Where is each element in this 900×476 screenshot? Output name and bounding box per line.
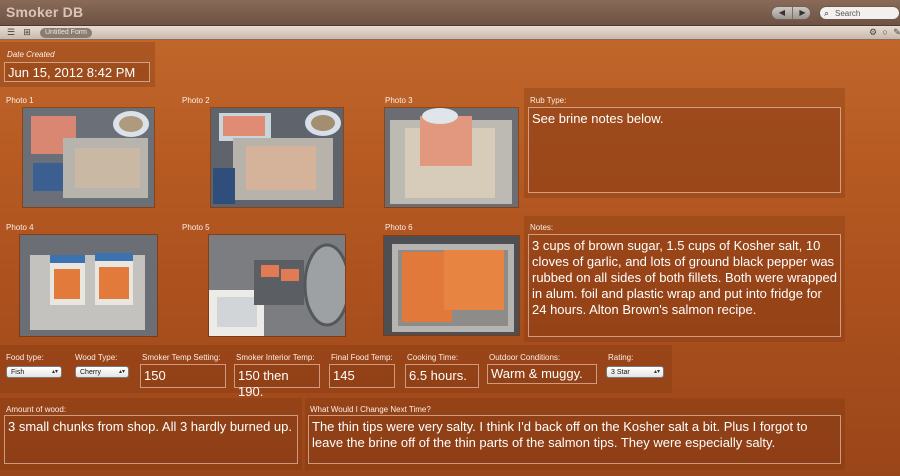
rub-type-panel: Rub Type: See brine notes below. (524, 88, 845, 198)
form-tab[interactable]: Untitled Form (40, 28, 93, 38)
photo-2-label: Photo 2 (182, 96, 210, 105)
photo-1[interactable] (22, 107, 155, 208)
wood-type-label: Wood Type: (75, 353, 118, 362)
photo-4-image (20, 235, 157, 336)
title-bar: Smoker DB ◀ ▶ ⌕ Search (0, 0, 900, 26)
photo-5-label: Photo 5 (182, 223, 210, 232)
search-input[interactable]: ⌕ Search (819, 6, 900, 20)
photo-1-image (23, 108, 154, 207)
photo-4-label: Photo 4 (6, 223, 34, 232)
photo-6[interactable] (383, 235, 520, 336)
dropdown-arrow-icon: ▴▾ (51, 369, 58, 375)
photo-2-image (211, 108, 343, 207)
food-type-label: Food type: (6, 353, 44, 362)
change-next-time-field[interactable]: The thin tips were very salty. I think I… (308, 415, 841, 464)
date-created-label: Date Created (7, 50, 55, 59)
final-food-temp-field[interactable]: 145 (329, 364, 395, 388)
outdoor-conditions-field[interactable]: Warm & muggy. (487, 364, 597, 384)
date-created-panel: Date Created Jun 15, 2012 8:42 PM (0, 42, 155, 87)
smoker-interior-temp-label: Smoker Interior Temp: (236, 353, 315, 362)
nav-buttons: ◀ ▶ (771, 6, 811, 20)
record-icon[interactable]: ○ (879, 27, 891, 38)
smoker-temp-setting-field[interactable]: 150 (140, 364, 226, 388)
toolbar: ☰ ⊞ Untitled Form ⚙ ○ ✎ (0, 26, 900, 40)
smoker-interior-temp-field[interactable]: 150 then 190. (234, 364, 320, 399)
wood-type-value: Cherry (80, 369, 102, 376)
rating-value: 3 Star (611, 369, 630, 376)
food-type-select[interactable]: Fish ▴▾ (6, 366, 62, 378)
photo-3-label: Photo 3 (385, 96, 413, 105)
settings-icon[interactable]: ⚙ (867, 27, 879, 38)
photo-2[interactable] (210, 107, 344, 208)
window-title: Smoker DB (6, 4, 84, 20)
rating-select[interactable]: 3 Star ▴▾ (606, 366, 664, 378)
food-type-value: Fish (11, 369, 25, 376)
back-arrow-icon[interactable]: ◀ (772, 7, 792, 19)
rub-type-label: Rub Type: (530, 96, 567, 105)
smoker-temp-setting-label: Smoker Temp Setting: (142, 353, 221, 362)
amount-of-wood-label: Amount of wood: (6, 405, 67, 414)
photo-3-image (385, 108, 518, 207)
change-next-time-panel: What Would I Change Next Time? The thin … (305, 398, 845, 470)
wood-type-select[interactable]: Cherry ▴▾ (75, 366, 129, 378)
notes-label: Notes: (530, 223, 554, 232)
amount-of-wood-field[interactable]: 3 small chunks from shop. All 3 hardly b… (4, 415, 298, 464)
dropdown-arrow-icon: ▴▾ (653, 369, 660, 375)
cooking-time-label: Cooking Time: (407, 353, 459, 362)
photo-6-image (384, 236, 519, 335)
list-view-icon[interactable]: ☰ (5, 27, 17, 38)
date-created-field[interactable]: Jun 15, 2012 8:42 PM (4, 62, 150, 82)
rub-type-field[interactable]: See brine notes below. (528, 107, 841, 193)
final-food-temp-label: Final Food Temp: (331, 353, 393, 362)
photo-5-image (209, 235, 345, 336)
notes-panel: Notes: 3 cups of brown sugar, 1.5 cups o… (524, 216, 845, 342)
edit-icon[interactable]: ✎ (891, 27, 900, 38)
photo-5[interactable] (208, 234, 346, 337)
dropdown-arrow-icon: ▴▾ (118, 369, 125, 375)
outdoor-conditions-label: Outdoor Conditions: (489, 353, 561, 362)
cooking-time-field[interactable]: 6.5 hours. (405, 364, 479, 388)
photo-3[interactable] (384, 107, 519, 208)
amount-of-wood-panel: Amount of wood: 3 small chunks from shop… (0, 398, 302, 470)
forward-arrow-icon[interactable]: ▶ (792, 7, 812, 19)
photo-6-label: Photo 6 (385, 223, 413, 232)
change-next-time-label: What Would I Change Next Time? (310, 405, 431, 414)
search-icon: ⌕ (824, 8, 830, 18)
grid-view-icon[interactable]: ⊞ (21, 27, 33, 38)
search-placeholder: Search (835, 9, 861, 18)
photo-4[interactable] (19, 234, 158, 337)
notes-field[interactable]: 3 cups of brown sugar, 1.5 cups of Koshe… (528, 234, 841, 337)
rating-label: Rating: (608, 353, 634, 362)
photo-1-label: Photo 1 (6, 96, 34, 105)
